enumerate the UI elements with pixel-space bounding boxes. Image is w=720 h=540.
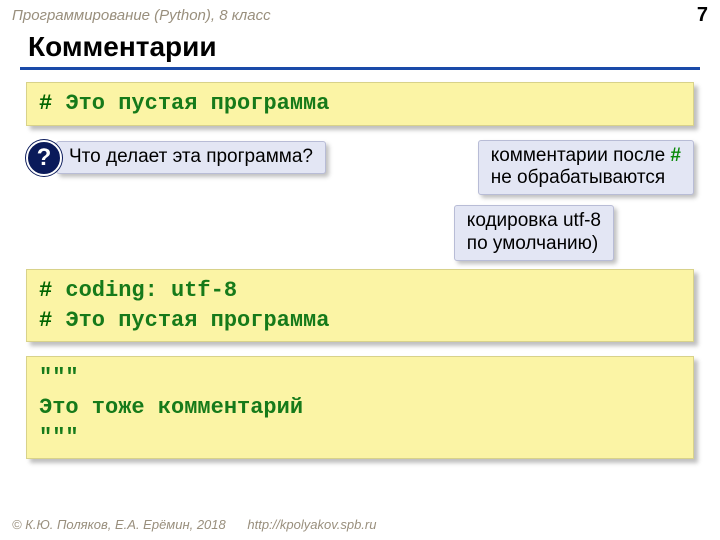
docstring-body: Это тоже комментарий: [39, 395, 303, 420]
code-block-1: # Это пустая программа: [26, 82, 694, 126]
question-group: ? Что делает эта программа?: [26, 140, 326, 176]
title-underline: [20, 67, 700, 70]
footer: © К.Ю. Поляков, Е.А. Ерёмин, 2018 http:/…: [12, 517, 376, 532]
hash-callout: комментарии после # не обрабатываются: [478, 140, 694, 196]
header-bar: Программирование (Python), 8 класс 7: [0, 0, 720, 29]
utf-line1: кодировка utf-8: [467, 210, 601, 231]
hash-symbol: #: [39, 91, 52, 116]
hash-symbol: #: [39, 308, 52, 333]
utf-line2: по умолчанию): [467, 233, 598, 254]
question-callout: Что делает эта программа?: [56, 141, 326, 174]
utf-callout: кодировка utf-8 по умолчанию): [454, 205, 614, 261]
hash-green: #: [670, 145, 681, 166]
code-block-2: # coding: utf-8 # Это пустая программа: [26, 269, 694, 342]
comment-text: coding: utf-8: [52, 278, 237, 303]
course-label: Программирование (Python), 8 класс: [12, 7, 271, 24]
content-area: # Это пустая программа ? Что делает эта …: [0, 82, 720, 459]
question-icon: ?: [26, 140, 62, 176]
triple-quote-open: """: [39, 365, 79, 390]
footer-url: http://kpolyakov.spb.ru: [247, 517, 376, 532]
hash-symbol: #: [39, 278, 52, 303]
comment-text: Это пустая программа: [52, 308, 329, 333]
comment-text: Это пустая программа: [52, 91, 329, 116]
code-block-3: """ Это тоже комментарий """: [26, 356, 694, 459]
page-number: 7: [697, 4, 708, 27]
hash-callout-prefix: комментарии после: [491, 145, 671, 166]
footer-authors: © К.Ю. Поляков, Е.А. Ерёмин, 2018: [12, 517, 226, 532]
callouts-row: ? Что делает эта программа? комментарии …: [26, 140, 694, 261]
right-callouts: комментарии после # не обрабатываются ко…: [454, 140, 694, 261]
triple-quote-close: """: [39, 425, 79, 450]
hash-callout-suffix: не обрабатываются: [491, 167, 665, 188]
page-title: Комментарии: [0, 29, 720, 67]
